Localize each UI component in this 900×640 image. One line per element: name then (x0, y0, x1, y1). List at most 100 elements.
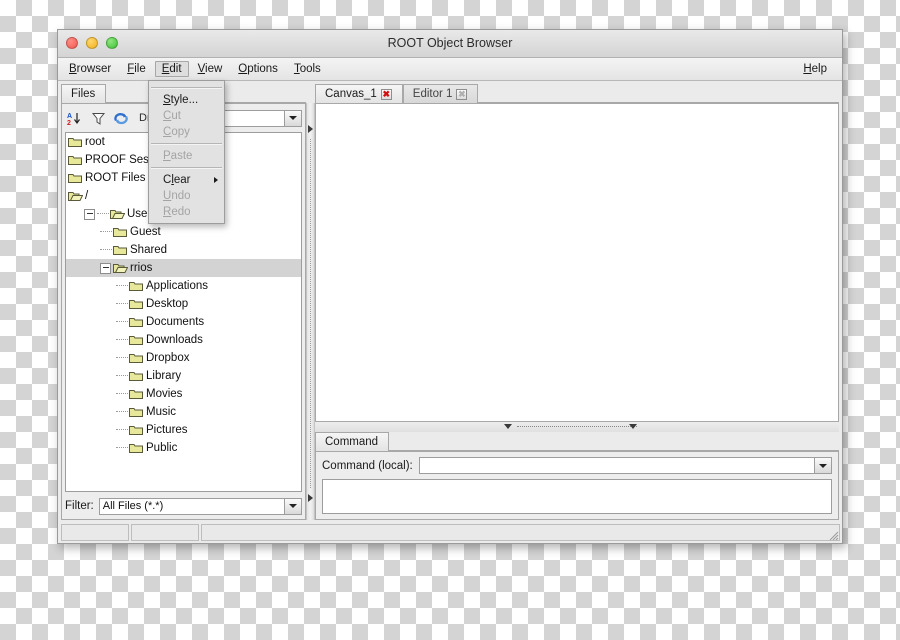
menu-help-label: elp (811, 63, 827, 75)
tree-item-guest[interactable]: Guest (66, 223, 301, 241)
menu-file[interactable]: File (120, 61, 153, 77)
submenu-arrow-icon (214, 177, 218, 183)
menu-item-style[interactable]: Style... (149, 92, 224, 108)
splitter-chevron-down-icon (629, 424, 638, 429)
tree-collapse-icon[interactable] (84, 208, 95, 220)
funnel-icon[interactable] (88, 109, 108, 128)
tree-item-shared[interactable]: Shared (66, 241, 301, 259)
menu-item-redo[interactable]: Redo (149, 204, 224, 220)
command-input-label: Command (local): (322, 459, 413, 472)
horizontal-splitter[interactable] (315, 422, 839, 432)
menu-edit[interactable]: Edit (154, 61, 189, 77)
command-input[interactable] (419, 458, 814, 473)
status-bar (58, 523, 842, 543)
folder-icon (129, 352, 144, 364)
tree-item-public[interactable]: Public (66, 439, 301, 457)
tree-connector (116, 429, 128, 431)
tree-item-applications[interactable]: Applications (66, 277, 301, 295)
folder-icon (113, 226, 128, 238)
menu-edit-label: dit (169, 63, 182, 75)
splitter-chevron-right-icon (308, 494, 313, 502)
tab-canvas-1[interactable]: Canvas_1 ✖ (315, 84, 403, 103)
tree-item-label: Guest (130, 225, 161, 238)
canvas-drawing-area[interactable] (315, 103, 839, 422)
tab-files-label: Files (71, 88, 96, 100)
status-cell-2 (131, 524, 199, 541)
command-panel: Command Command (local): (315, 432, 839, 520)
tree-connector (116, 285, 128, 287)
tree-item-documents[interactable]: Documents (66, 313, 301, 331)
tree-item-pictures[interactable]: Pictures (66, 421, 301, 439)
chevron-down-icon[interactable] (814, 458, 831, 473)
vertical-splitter[interactable] (306, 103, 315, 520)
menu-help-mnemonic: H (803, 63, 812, 75)
tree-connector (116, 357, 128, 359)
tree-connector (116, 447, 128, 449)
tree-item-label: Applications (146, 279, 209, 292)
menu-item-copy[interactable]: Copy (149, 124, 224, 140)
chevron-down-icon[interactable] (284, 110, 301, 126)
menu-browser[interactable]: Browser (62, 61, 118, 77)
folder-icon (113, 244, 128, 256)
menu-options-mnemonic: O (238, 63, 248, 75)
folder-open-icon (113, 262, 128, 274)
tree-item-dropbox[interactable]: Dropbox (66, 349, 301, 367)
menu-help[interactable]: Help (796, 61, 834, 77)
window-title: ROOT Object Browser (387, 36, 513, 50)
folder-open-icon (68, 190, 83, 202)
tree-item-label: ROOT Files (85, 171, 146, 184)
menu-separator-3 (151, 143, 222, 145)
tab-command-label: Command (325, 436, 379, 448)
root-object-browser-window: ROOT Object Browser Browser File Edit Vi… (57, 29, 843, 544)
tree-item-label: Documents (146, 315, 205, 328)
folder-icon (129, 424, 144, 436)
edit-menu-dropdown: Style... Cut Copy Paste Clear Undo Redo (148, 80, 225, 224)
filter-combobox[interactable]: All Files (*.*) (98, 497, 302, 515)
tree-item-movies[interactable]: Movies (66, 385, 301, 403)
tree-item-desktop[interactable]: Desktop (66, 295, 301, 313)
close-icon[interactable]: ✖ (456, 88, 468, 100)
menu-item-undo[interactable]: Undo (149, 188, 224, 204)
command-tabstrip: Command (315, 432, 839, 451)
canvas-tabstrip: Canvas_1 ✖ Editor 1 ✖ (315, 84, 839, 103)
folder-icon (129, 334, 144, 346)
tree-item-music[interactable]: Music (66, 403, 301, 421)
chevron-down-icon[interactable] (284, 498, 301, 514)
canvas-pane: Canvas_1 ✖ Editor 1 ✖ Command Command (l… (315, 84, 839, 520)
filter-label: Filter: (65, 500, 94, 512)
folder-icon (129, 298, 144, 310)
tree-collapse-icon[interactable] (100, 262, 111, 274)
tree-item-label: Pictures (146, 423, 188, 436)
command-output-area[interactable] (322, 479, 832, 514)
menu-view[interactable]: View (191, 61, 230, 77)
menu-view-mnemonic: V (197, 63, 206, 75)
title-bar[interactable]: ROOT Object Browser (58, 30, 842, 58)
tree-item-label: Public (146, 441, 178, 454)
tree-item-library[interactable]: Library (66, 367, 301, 385)
menu-separator-4 (151, 167, 222, 169)
tree-connector (100, 231, 112, 233)
filter-value[interactable]: All Files (*.*) (99, 498, 284, 514)
refresh-icon[interactable] (111, 109, 131, 128)
menu-item-paste[interactable]: Paste (149, 148, 224, 164)
tab-editor-1[interactable]: Editor 1 ✖ (402, 84, 479, 103)
sort-az-icon[interactable]: A 2 (65, 109, 85, 128)
folder-icon (68, 172, 83, 184)
command-tab-body: Command (local): (315, 451, 839, 520)
command-combobox[interactable] (418, 457, 832, 474)
menu-options[interactable]: Options (231, 61, 285, 77)
menu-item-clear[interactable]: Clear (149, 172, 224, 188)
tree-item-rrios[interactable]: rrios (66, 259, 301, 277)
menu-tools[interactable]: Tools (287, 61, 328, 77)
menu-file-label: ile (134, 63, 146, 75)
status-cell-1 (61, 524, 129, 541)
menu-item-cut[interactable]: Cut (149, 108, 224, 124)
tab-files[interactable]: Files (61, 84, 107, 103)
tree-connector (100, 249, 112, 251)
close-icon[interactable]: ✖ (380, 88, 392, 100)
tree-connector (116, 339, 128, 341)
status-cell-3 (201, 524, 840, 541)
tree-item-downloads[interactable]: Downloads (66, 331, 301, 349)
tab-command[interactable]: Command (315, 432, 390, 451)
menu-tools-label: ools (299, 63, 321, 75)
